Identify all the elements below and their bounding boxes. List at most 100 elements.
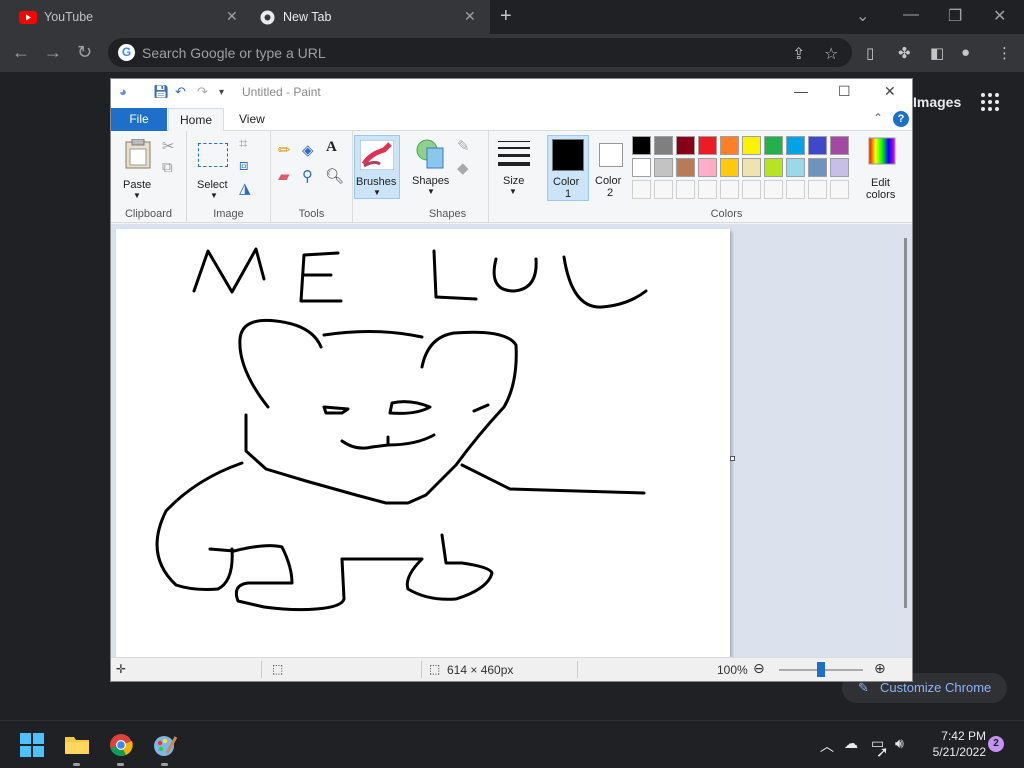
palette-swatch[interactable]	[742, 158, 761, 177]
close-tab-icon[interactable]: ✕	[464, 8, 476, 25]
reload-icon[interactable]: ↻	[77, 42, 92, 63]
palette-swatch[interactable]	[830, 136, 849, 155]
google-apps-grid-icon[interactable]	[981, 93, 999, 111]
omnibox[interactable]: G Search Google or type a URL ⇪ ☆	[108, 38, 852, 67]
paint-close-icon[interactable]: ✕	[884, 83, 896, 100]
file-menu[interactable]: File	[111, 108, 167, 131]
palette-swatch[interactable]	[764, 158, 783, 177]
tab-search-chevron-icon[interactable]: ⌄	[856, 6, 869, 26]
paint-minimize-icon[interactable]: —	[794, 83, 808, 99]
file-explorer-icon[interactable]	[64, 733, 90, 755]
edit-colors-button[interactable]: Edit colors	[861, 135, 901, 201]
undo-icon[interactable]: ↶	[175, 84, 186, 100]
zoom-out-icon[interactable]: ⊖	[753, 660, 765, 677]
close-window-icon[interactable]: ✕	[993, 6, 1006, 26]
tab-youtube[interactable]: YouTube ✕	[0, 0, 250, 34]
save-icon[interactable]: 💾︎	[153, 84, 170, 100]
text-tool-icon[interactable]: A	[326, 139, 337, 156]
eraser-icon[interactable]: ▰	[278, 167, 290, 185]
tab-view[interactable]: View	[239, 112, 265, 126]
fill-icon[interactable]: ◆	[457, 159, 469, 177]
tab-home[interactable]: Home	[168, 108, 224, 132]
collapse-ribbon-icon[interactable]: ⌃	[873, 111, 883, 125]
palette-swatch[interactable]	[654, 136, 673, 155]
paste-dropdown-icon[interactable]: ▼	[133, 191, 141, 200]
onedrive-cloud-icon[interactable]: ☁	[844, 735, 858, 752]
volume-icon[interactable]: 🔊︎	[895, 735, 904, 752]
palette-swatch[interactable]	[808, 180, 827, 199]
zoom-slider-thumb[interactable]	[817, 662, 825, 677]
select-dropdown-icon[interactable]: ▼	[210, 191, 218, 200]
palette-swatch[interactable]	[742, 136, 761, 155]
tab-new-tab[interactable]: New Tab ✕	[250, 0, 490, 34]
profile-avatar-icon[interactable]: ●	[961, 44, 970, 61]
pencil-tool-icon[interactable]: ✏	[278, 141, 291, 159]
color-picker-icon[interactable]: ⚲	[302, 167, 313, 185]
forward-icon[interactable]: →	[44, 42, 62, 63]
palette-swatch[interactable]	[676, 158, 695, 177]
maximize-icon[interactable]: ❐	[948, 6, 962, 26]
crop-icon[interactable]: ⌗	[239, 135, 247, 152]
canvas-resize-handle[interactable]	[730, 456, 735, 461]
color-1-button[interactable]: Color 1	[547, 135, 589, 201]
palette-swatch[interactable]	[676, 180, 695, 199]
fill-bucket-icon[interactable]: ◈	[302, 141, 314, 159]
drawing-canvas[interactable]	[116, 229, 730, 657]
clock[interactable]: 7:42 PM 5/21/2022	[920, 728, 986, 760]
back-icon[interactable]: ←	[12, 42, 30, 63]
help-icon[interactable]: ?	[893, 111, 909, 127]
minimize-icon[interactable]: —	[903, 6, 919, 24]
size-button[interactable]: Size ▼	[496, 135, 532, 199]
customize-quick-access-icon[interactable]: ▾	[219, 87, 224, 98]
palette-swatch[interactable]	[830, 158, 849, 177]
select-button[interactable]: Select ▼	[193, 135, 233, 200]
palette-swatch[interactable]	[654, 180, 673, 199]
palette-swatch[interactable]	[808, 158, 827, 177]
chrome-menu-icon[interactable]: ⋮	[997, 44, 1012, 62]
magnifier-icon[interactable]: 🔍︎	[325, 167, 344, 185]
palette-swatch[interactable]	[698, 136, 717, 155]
rotate-icon[interactable]: ◮	[239, 179, 251, 197]
palette-swatch[interactable]	[808, 136, 827, 155]
palette-swatch[interactable]	[764, 180, 783, 199]
new-tab-plus-icon[interactable]: +	[500, 6, 512, 26]
palette-swatch[interactable]	[720, 136, 739, 155]
palette-swatch[interactable]	[720, 180, 739, 199]
palette-swatch[interactable]	[786, 180, 805, 199]
zoom-slider[interactable]	[779, 662, 863, 677]
palette-swatch[interactable]	[698, 158, 717, 177]
windows-start-icon[interactable]	[20, 733, 44, 757]
color-2-button[interactable]: Color 2	[591, 135, 631, 201]
reading-list-icon[interactable]: ▯	[866, 44, 874, 62]
extensions-puzzle-icon[interactable]: ✤	[898, 44, 911, 62]
palette-swatch[interactable]	[698, 180, 717, 199]
zoom-in-icon[interactable]: ⊕	[874, 660, 886, 677]
share-icon[interactable]: ⇪	[792, 44, 805, 64]
vertical-scrollbar[interactable]	[904, 238, 907, 608]
palette-swatch[interactable]	[830, 180, 849, 199]
palette-swatch[interactable]	[742, 180, 761, 199]
paint-maximize-icon[interactable]: ☐	[838, 83, 851, 100]
notification-badge[interactable]: 2	[988, 736, 1004, 752]
palette-swatch[interactable]	[786, 136, 805, 155]
bookmark-star-icon[interactable]: ☆	[824, 44, 838, 64]
brushes-button[interactable]: Brushes ▼	[354, 135, 400, 199]
chrome-taskbar-icon[interactable]	[109, 733, 133, 757]
paste-button[interactable]: Paste ▼	[119, 135, 155, 200]
palette-swatch[interactable]	[786, 158, 805, 177]
side-panel-icon[interactable]: ◧	[930, 44, 944, 62]
show-hidden-icons-chevron-icon[interactable]: ︿	[820, 736, 834, 756]
images-link[interactable]: Images	[913, 94, 961, 110]
palette-swatch[interactable]	[632, 136, 651, 155]
palette-swatch[interactable]	[764, 136, 783, 155]
shapes-button[interactable]: Shapes ▼	[411, 135, 451, 199]
palette-swatch[interactable]	[632, 158, 651, 177]
outline-icon[interactable]: ✎	[457, 137, 470, 155]
palette-swatch[interactable]	[654, 158, 673, 177]
palette-swatch[interactable]	[676, 136, 695, 155]
paint-taskbar-icon[interactable]	[153, 733, 177, 757]
resize-icon[interactable]: ⧈	[239, 157, 249, 174]
palette-swatch[interactable]	[720, 158, 739, 177]
palette-swatch[interactable]	[632, 180, 651, 199]
redo-icon[interactable]: ↷	[197, 84, 208, 100]
